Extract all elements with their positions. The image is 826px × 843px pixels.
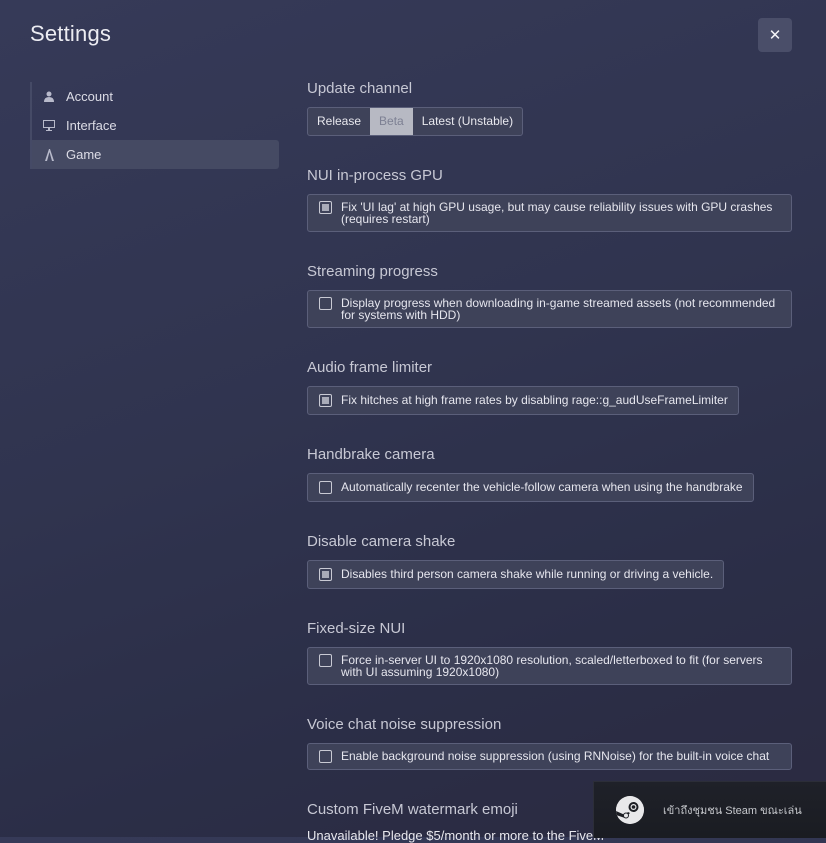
- checkbox-unchecked-icon[interactable]: [319, 654, 332, 667]
- camera-shake-checkbox[interactable]: Disables third person camera shake while…: [307, 560, 725, 589]
- sidebar-item-label: Interface: [66, 118, 117, 133]
- checkbox-label: Disables third person camera shake while…: [341, 567, 714, 581]
- checkbox-label: Fix hitches at high frame rates by disab…: [341, 393, 728, 407]
- section-title: Fixed-size NUI: [307, 620, 406, 637]
- section-title: Audio frame limiter: [307, 359, 433, 376]
- channel-latest-button[interactable]: Latest (Unstable): [413, 108, 522, 135]
- steam-logo-icon: [616, 796, 644, 824]
- fixed-size-nui-checkbox[interactable]: Force in-server UI to 1920x1080 resoluti…: [307, 647, 792, 685]
- section-title: Handbrake camera: [307, 446, 435, 463]
- section-title: NUI in-process GPU: [307, 167, 443, 184]
- settings-panel: Update channel Release Beta Latest (Unst…: [307, 78, 797, 843]
- checkbox-label: Enable background noise suppression (usi…: [341, 749, 770, 763]
- sidebar-item-label: Game: [66, 147, 102, 162]
- section-title: Streaming progress: [307, 263, 438, 280]
- section-title: Update channel: [307, 80, 413, 97]
- page-title: Settings: [30, 21, 112, 46]
- checkbox-label: Force in-server UI to 1920x1080 resoluti…: [341, 653, 763, 679]
- handbrake-camera-section: Handbrake camera Automatically recenter …: [307, 444, 797, 502]
- camera-shake-section: Disable camera shake Disables third pers…: [307, 531, 797, 589]
- checkbox-unchecked-icon[interactable]: [319, 481, 332, 494]
- channel-release-button[interactable]: Release: [308, 108, 370, 135]
- sidebar-item-account[interactable]: Account: [32, 82, 279, 111]
- update-channel-section: Update channel Release Beta Latest (Unst…: [307, 78, 797, 136]
- checkbox-checked-icon[interactable]: [319, 568, 332, 581]
- close-button[interactable]: ✕: [758, 18, 792, 52]
- checkbox-checked-icon[interactable]: [319, 201, 332, 214]
- checkbox-label: Fix 'UI lag' at high GPU usage, but may …: [341, 200, 773, 226]
- sidebar-item-game[interactable]: Game: [32, 140, 279, 169]
- toast-message: เข้าถึงชุมชน Steam ขณะเล่น: [663, 805, 802, 817]
- voice-noise-section: Voice chat noise suppression Enable back…: [307, 714, 797, 770]
- section-title: Voice chat noise suppression: [307, 716, 502, 733]
- checkbox-label: Automatically recenter the vehicle-follo…: [341, 480, 743, 494]
- fixed-size-nui-section: Fixed-size NUI Force in-server UI to 192…: [307, 618, 797, 685]
- section-title: Disable camera shake: [307, 533, 456, 550]
- checkbox-checked-icon[interactable]: [319, 394, 332, 407]
- checkbox-label: Display progress when downloading in-gam…: [341, 296, 776, 322]
- game-logo-icon: [42, 148, 56, 161]
- channel-beta-button[interactable]: Beta: [370, 108, 413, 135]
- steam-notification-toast[interactable]: เข้าถึงชุมชน Steam ขณะเล่น: [593, 781, 826, 838]
- checkbox-unchecked-icon[interactable]: [319, 297, 332, 310]
- nui-gpu-checkbox[interactable]: Fix 'UI lag' at high GPU usage, but may …: [307, 194, 792, 232]
- sidebar-item-label: Account: [66, 89, 113, 104]
- handbrake-camera-checkbox[interactable]: Automatically recenter the vehicle-follo…: [307, 473, 754, 502]
- streaming-progress-section: Streaming progress Display progress when…: [307, 261, 797, 328]
- audio-frame-limiter-checkbox[interactable]: Fix hitches at high frame rates by disab…: [307, 386, 739, 415]
- sidebar-item-interface[interactable]: Interface: [32, 111, 279, 140]
- sidebar: Account Interface Game: [30, 82, 279, 169]
- audio-frame-limiter-section: Audio frame limiter Fix hitches at high …: [307, 357, 797, 415]
- user-icon: [42, 91, 56, 102]
- close-icon: ✕: [768, 27, 782, 44]
- checkbox-unchecked-icon[interactable]: [319, 750, 332, 763]
- nui-gpu-section: NUI in-process GPU Fix 'UI lag' at high …: [307, 165, 797, 232]
- voice-noise-checkbox[interactable]: Enable background noise suppression (usi…: [307, 743, 792, 770]
- streaming-progress-checkbox[interactable]: Display progress when downloading in-gam…: [307, 290, 792, 328]
- update-channel-selector: Release Beta Latest (Unstable): [307, 107, 524, 136]
- monitor-icon: [42, 120, 56, 131]
